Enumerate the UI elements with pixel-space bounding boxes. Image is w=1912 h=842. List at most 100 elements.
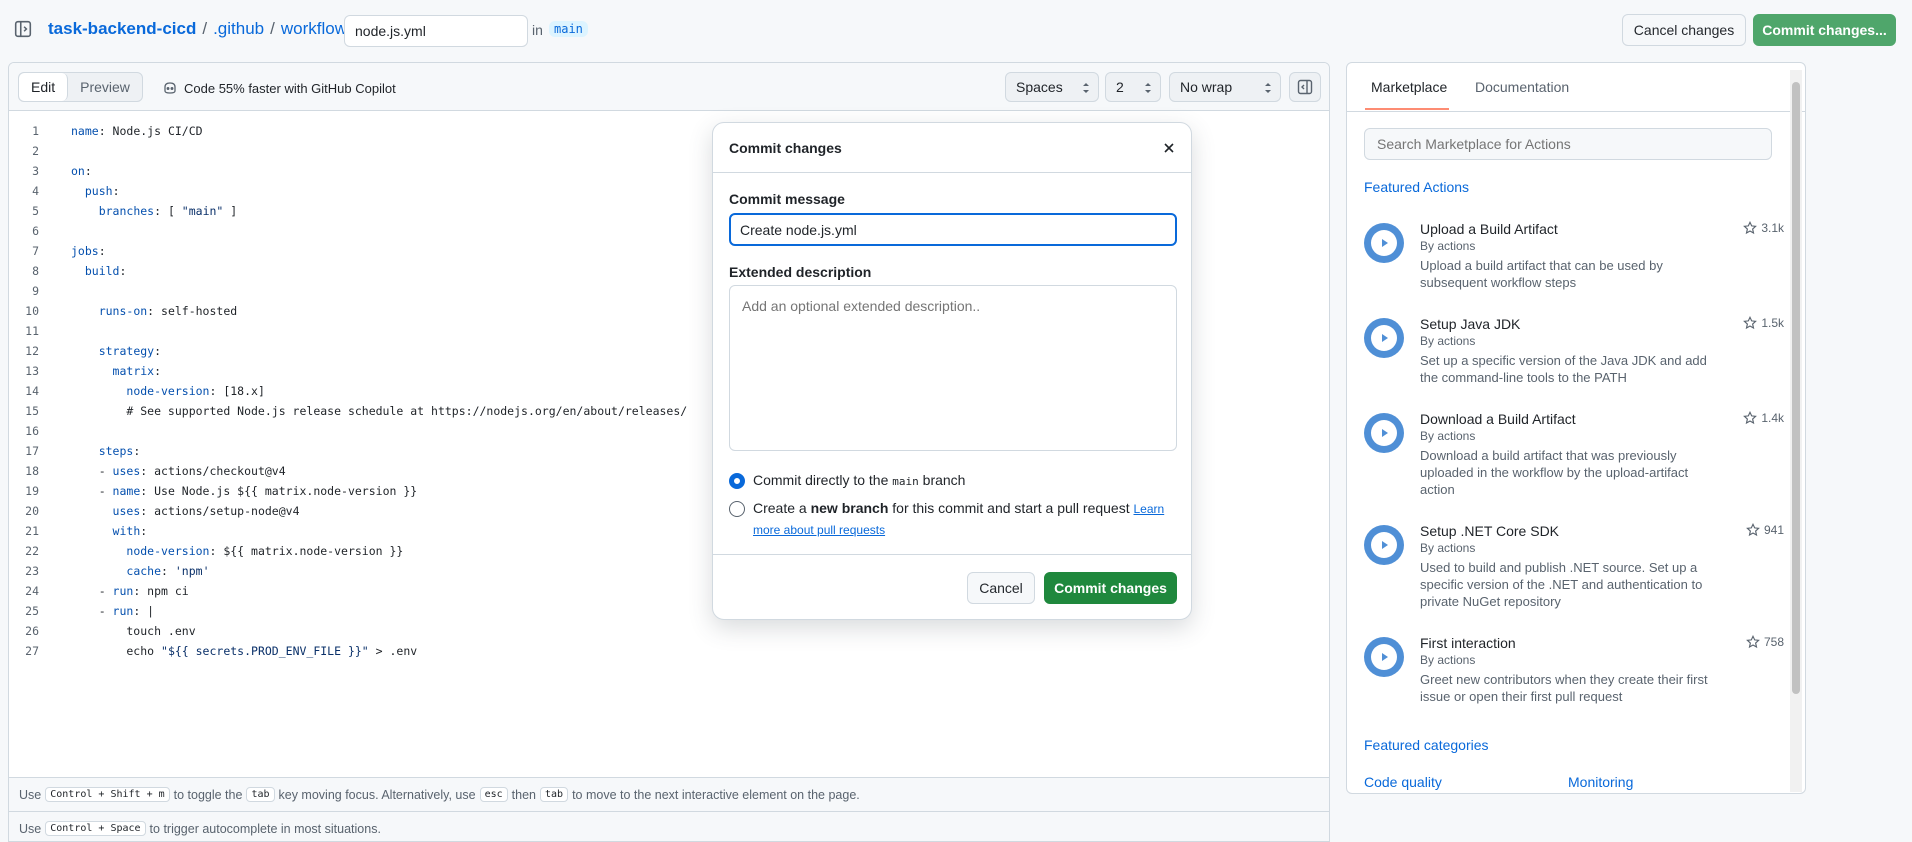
star-count: 3.1k — [1761, 221, 1784, 235]
sidebar-toggle-icon[interactable] — [14, 20, 32, 38]
line-content: echo "${{ secrets.PROD_ENV_FILE }}" > .e… — [71, 641, 417, 661]
code-token: cache — [126, 564, 162, 578]
code-token: : — [112, 184, 120, 198]
code-token: node-version — [126, 544, 210, 558]
marketplace-scrollbar[interactable] — [1790, 70, 1802, 792]
action-play-icon — [1364, 223, 1404, 263]
action-stars: 758 — [1746, 635, 1784, 649]
new-branch-radio[interactable] — [729, 501, 745, 517]
line-content: touch .env — [71, 621, 196, 641]
action-title[interactable]: Setup .NET Core SDK — [1420, 523, 1559, 539]
option-text: Commit directly to the — [753, 472, 889, 488]
hint-text: to trigger autocomplete in most situatio… — [149, 821, 381, 836]
branch-name: main — [892, 475, 919, 488]
action-stars: 941 — [1746, 523, 1784, 537]
commit-changes-dialog: Commit changes Commit message Extended d… — [712, 122, 1192, 620]
copilot-promo[interactable]: Code 55% faster with GitHub Copilot — [162, 80, 396, 96]
line-number: 13 — [25, 364, 39, 378]
action-title[interactable]: Upload a Build Artifact — [1420, 221, 1558, 237]
code-token: : — [140, 524, 148, 538]
line-content: - run: npm ci — [71, 581, 189, 601]
commit-direct-radio[interactable] — [729, 473, 745, 489]
category-link-code-quality[interactable]: Code quality — [1364, 774, 1442, 790]
code-token: : — [154, 364, 162, 378]
line-content: uses: actions/setup-node@v4 — [71, 501, 300, 521]
line-content: steps: — [71, 441, 141, 461]
star-count: 1.5k — [1761, 316, 1784, 330]
line-number: 5 — [32, 204, 39, 218]
hint-text: to move to the next interactive element … — [572, 787, 860, 802]
wrap-mode-value: No wrap — [1180, 79, 1233, 95]
marketplace-search-input[interactable] — [1364, 128, 1772, 160]
code-token: strategy — [98, 344, 155, 358]
action-play-icon — [1364, 637, 1404, 677]
side-panel-toggle-button[interactable] — [1289, 72, 1321, 102]
star-count: 1.4k — [1761, 411, 1784, 425]
action-stars: 3.1k — [1743, 221, 1784, 235]
line-content: push: — [71, 181, 120, 201]
code-token: : — [98, 244, 106, 258]
breadcrumb-repo-link[interactable]: task-backend-cicd — [48, 19, 196, 39]
wrap-mode-select[interactable]: No wrap — [1169, 72, 1281, 102]
indent-mode-value: Spaces — [1016, 79, 1063, 95]
breadcrumb: task-backend-cicd / .github / workflows … — [48, 19, 372, 39]
action-author: By actions — [1420, 653, 1476, 667]
code-token: : npm ci — [133, 584, 189, 598]
code-token: branches — [98, 204, 155, 218]
action-play-icon — [1364, 318, 1404, 358]
category-link-monitoring[interactable]: Monitoring — [1568, 774, 1633, 790]
hint-text: key moving focus. Alternatively, use — [278, 787, 476, 802]
action-description: Upload a build artifact that can be used… — [1420, 258, 1663, 290]
option-text: branch — [922, 472, 966, 488]
commit-direct-label[interactable]: Commit directly to the main branch — [753, 470, 1173, 492]
tab-edit[interactable]: Edit — [19, 73, 69, 101]
dialog-commit-button[interactable]: Commit changes — [1044, 572, 1177, 604]
action-title[interactable]: First interaction — [1420, 635, 1516, 651]
extended-description-field[interactable] — [729, 285, 1177, 451]
tab-marketplace[interactable]: Marketplace — [1371, 79, 1447, 95]
commit-changes-button[interactable]: Commit changes... — [1753, 14, 1896, 46]
indent-size-select[interactable]: 2 — [1105, 72, 1161, 102]
code-token: : — [84, 164, 92, 178]
commit-message-input[interactable] — [729, 213, 1177, 246]
action-author: By actions — [1420, 429, 1476, 443]
indent-mode-select[interactable]: Spaces — [1005, 72, 1099, 102]
line-content: with: — [71, 521, 148, 541]
action-stars: 1.4k — [1743, 411, 1784, 425]
new-branch-label[interactable]: Create a new branch for this commit and … — [753, 498, 1173, 540]
action-title[interactable]: Setup Java JDK — [1420, 316, 1520, 332]
code-token: : [18.x] — [209, 384, 265, 398]
star-count: 758 — [1763, 635, 1784, 649]
cancel-changes-button[interactable]: Cancel changes — [1622, 14, 1746, 46]
line-number: 18 — [25, 464, 39, 478]
filename-input[interactable] — [344, 15, 528, 47]
breadcrumb-separator: / — [202, 19, 208, 38]
tab-documentation[interactable]: Documentation — [1475, 79, 1569, 95]
dialog-cancel-button[interactable]: Cancel — [967, 572, 1035, 604]
select-caret-icon — [1083, 83, 1089, 93]
code-token: uses — [112, 504, 141, 518]
action-title[interactable]: Download a Build Artifact — [1420, 411, 1576, 427]
star-icon — [1746, 635, 1760, 649]
copilot-promo-text: Code 55% faster with GitHub Copilot — [184, 80, 396, 96]
code-token: : self-hosted — [147, 304, 238, 318]
line-number: 23 — [25, 564, 39, 578]
star-icon — [1743, 221, 1758, 235]
hint-text: Use — [19, 787, 42, 802]
tab-preview[interactable]: Preview — [68, 73, 142, 101]
line-content: - name: Use Node.js ${{ matrix.node-vers… — [71, 481, 418, 501]
close-icon[interactable] — [1161, 140, 1177, 156]
select-caret-icon — [1265, 83, 1271, 93]
code-token: touch .env — [71, 624, 196, 638]
scrollbar-thumb[interactable] — [1792, 82, 1800, 694]
breadcrumb-github-link[interactable]: .github — [213, 19, 264, 39]
action-description: Greet new contributors when they create … — [1420, 672, 1708, 704]
line-content: name: Node.js CI/CD — [71, 121, 203, 141]
line-number: 10 — [25, 304, 39, 318]
star-count: 941 — [1763, 523, 1784, 537]
